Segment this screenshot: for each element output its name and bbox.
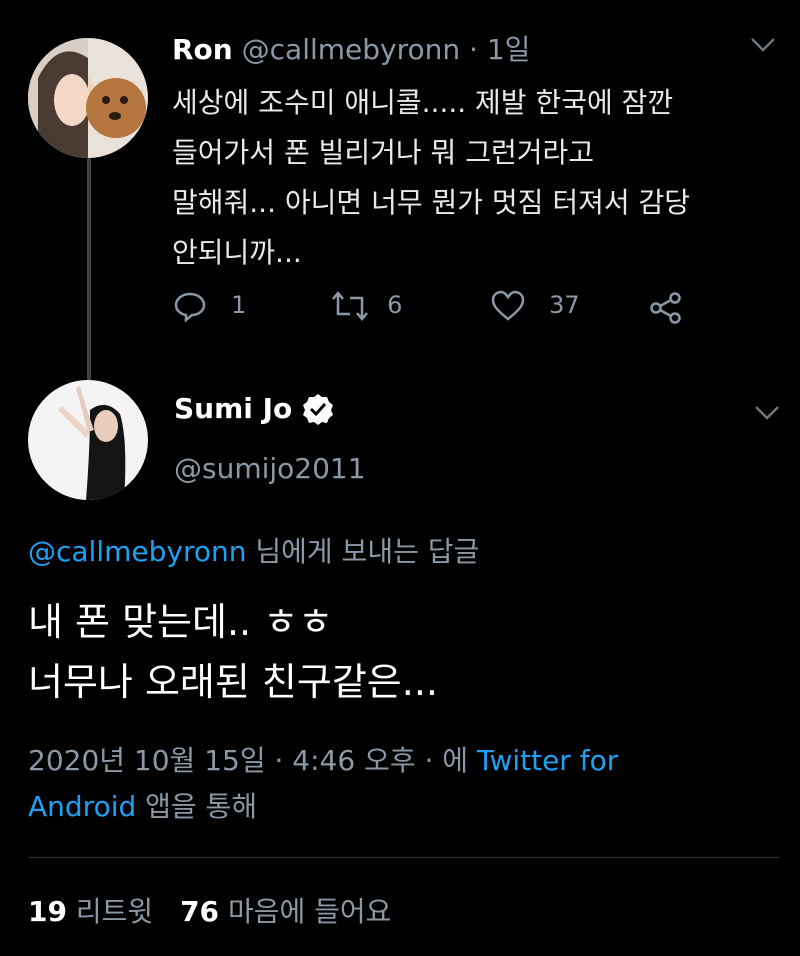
- reply-button[interactable]: 1: [172, 288, 246, 324]
- chevron-down-icon[interactable]: [754, 404, 780, 426]
- replying-to-link[interactable]: @callmebyronn: [28, 535, 246, 568]
- thread-line: [87, 158, 91, 380]
- display-name[interactable]: Sumi Jo: [174, 392, 292, 425]
- reply-count: 1: [231, 290, 247, 319]
- engagement-stats: 19 리트윗 76 마음에 들어요: [28, 890, 391, 930]
- reply-text-line: 내 폰 맞는데.. ㅎㅎ: [28, 600, 334, 644]
- replying-to: @callmebyronn 님에게 보내는 답글: [28, 530, 479, 570]
- source-link[interactable]: Twitter for: [477, 744, 618, 777]
- retweets-number: 19: [28, 895, 67, 928]
- divider: [28, 857, 780, 858]
- likes-stat[interactable]: 76 마음에 들어요: [180, 895, 391, 928]
- separator: ·: [469, 33, 478, 66]
- source-link[interactable]: Android: [28, 790, 136, 823]
- reply-icon: [174, 292, 206, 323]
- display-name[interactable]: Ron: [172, 33, 233, 66]
- tweet-text-line: 말해줘... 아니면 너무 뭔가 멋짐 터져서 감당: [172, 186, 691, 219]
- reply-text: 내 폰 맞는데.. ㅎㅎ 너무나 오래된 친구같은...: [28, 592, 778, 712]
- retweets-label: 리트윗: [75, 895, 154, 928]
- reply-text-line: 너무나 오래된 친구같은...: [28, 660, 438, 704]
- retweets-stat[interactable]: 19 리트윗: [28, 895, 162, 928]
- likes-number: 76: [180, 895, 220, 928]
- retweet-count: 6: [387, 290, 403, 319]
- tweet-meta: 2020년 10월 15일 · 4:46 오후 · 에 Twitter for …: [28, 738, 768, 830]
- timestamp[interactable]: 1일: [487, 33, 531, 66]
- like-icon: [491, 290, 525, 321]
- tweet-header: Ron @callmebyronn · 1일: [172, 30, 530, 70]
- avatar-ron[interactable]: [28, 38, 148, 158]
- verified-badge-icon: [303, 393, 334, 425]
- likes-label: 마음에 들어요: [227, 895, 392, 928]
- replying-to-label: 님에게 보내는 답글: [255, 535, 480, 568]
- like-button[interactable]: 37: [490, 288, 580, 324]
- handle[interactable]: @callmebyronn: [242, 33, 460, 66]
- tweet-text-line: 들어가서 폰 빌리거나 뭐 그런거라고: [172, 136, 595, 169]
- retweet-button[interactable]: 6: [330, 288, 402, 324]
- source-suffix: 앱을 통해: [145, 790, 258, 823]
- share-icon: [650, 292, 681, 324]
- like-count: 37: [549, 290, 580, 319]
- reply-header: Sumi Jo: [174, 392, 334, 425]
- retweet-icon: [332, 291, 368, 321]
- chevron-down-icon[interactable]: [750, 36, 776, 58]
- action-bar: 1 6 37: [172, 288, 732, 328]
- handle[interactable]: @sumijo2011: [174, 452, 366, 485]
- share-button[interactable]: [648, 290, 684, 330]
- timestamp[interactable]: 2020년 10월 15일 · 4:46 오후 · 에: [28, 744, 468, 777]
- tweet-text-line: 세상에 조수미 애니콜..... 제발 한국에 잠깐: [172, 86, 674, 119]
- avatar-sumijo[interactable]: [28, 380, 148, 500]
- tweet-text-line: 안되니까...: [172, 236, 302, 269]
- tweet-text: 세상에 조수미 애니콜..... 제발 한국에 잠깐 들어가서 폰 빌리거나 뭐…: [172, 78, 772, 278]
